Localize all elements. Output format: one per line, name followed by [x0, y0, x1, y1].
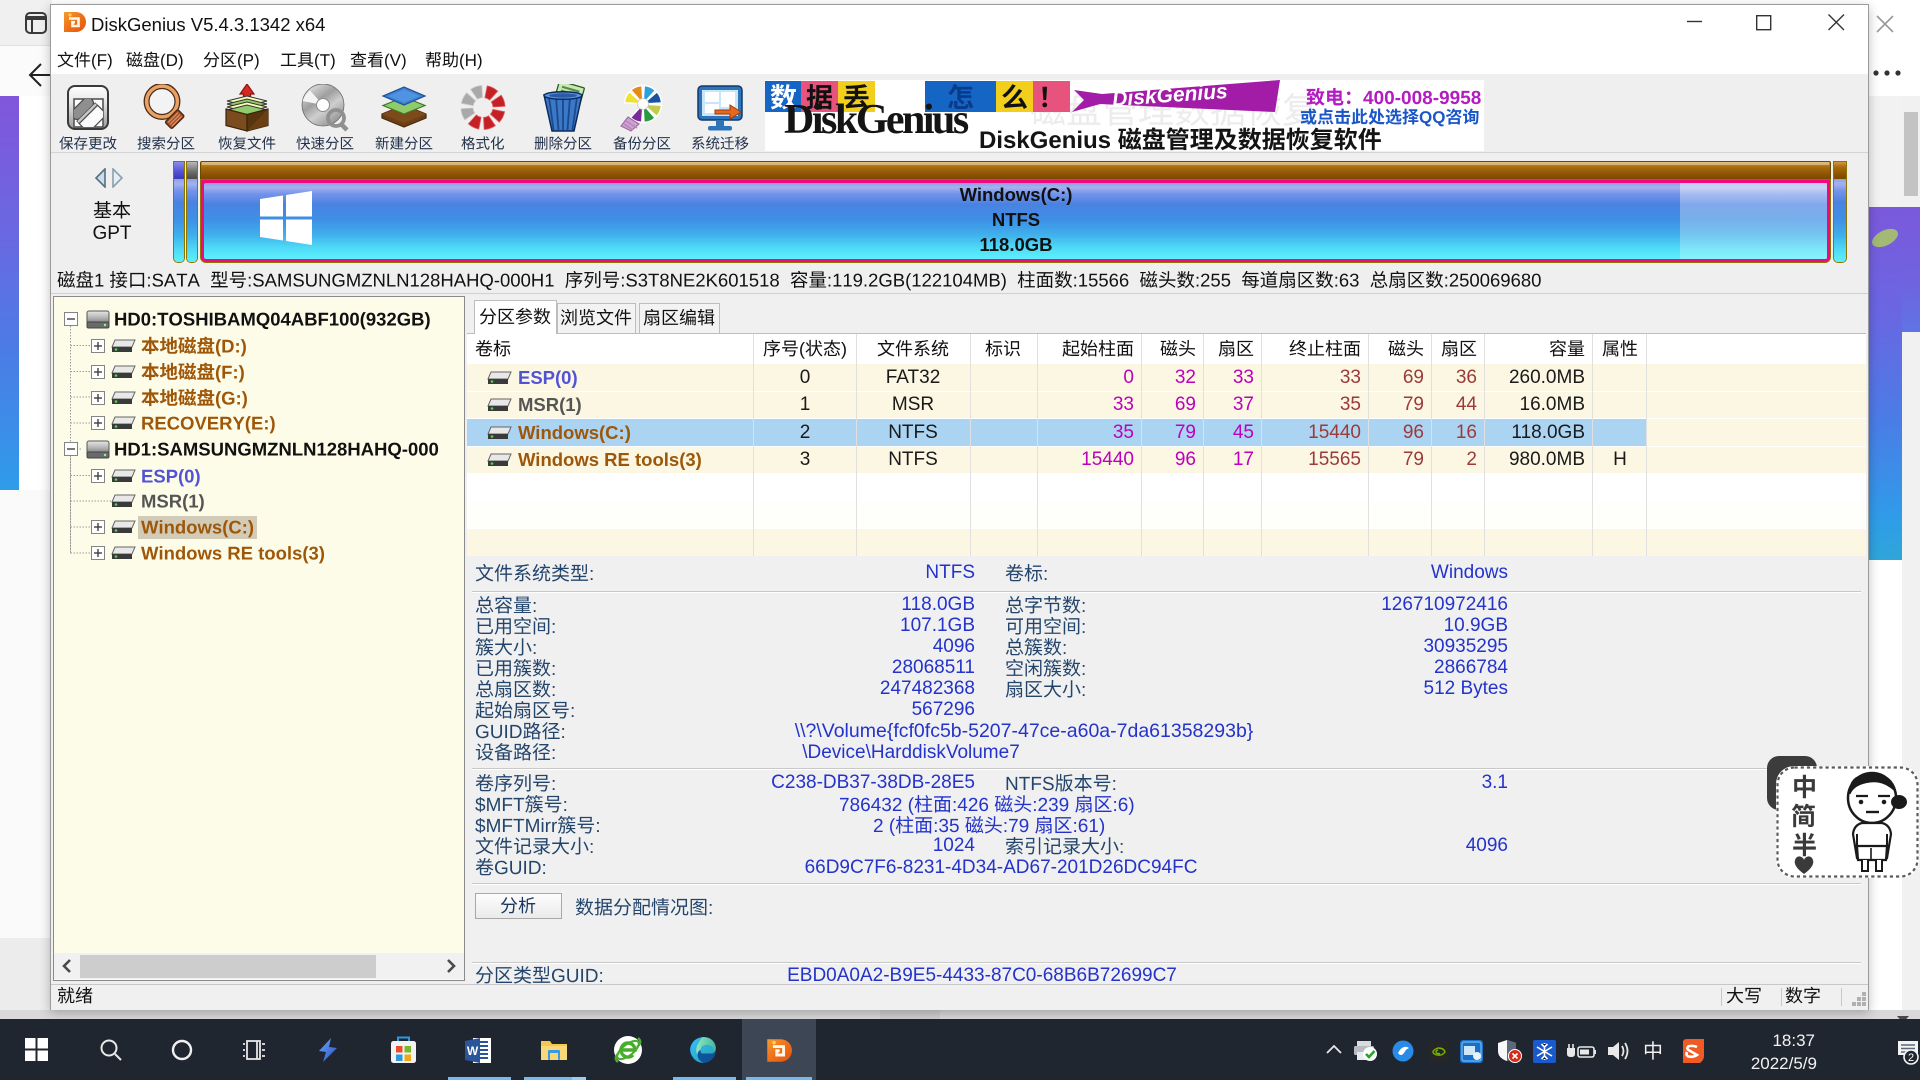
svg-text:2: 2: [1908, 1052, 1914, 1064]
svg-text:W: W: [467, 1044, 479, 1058]
